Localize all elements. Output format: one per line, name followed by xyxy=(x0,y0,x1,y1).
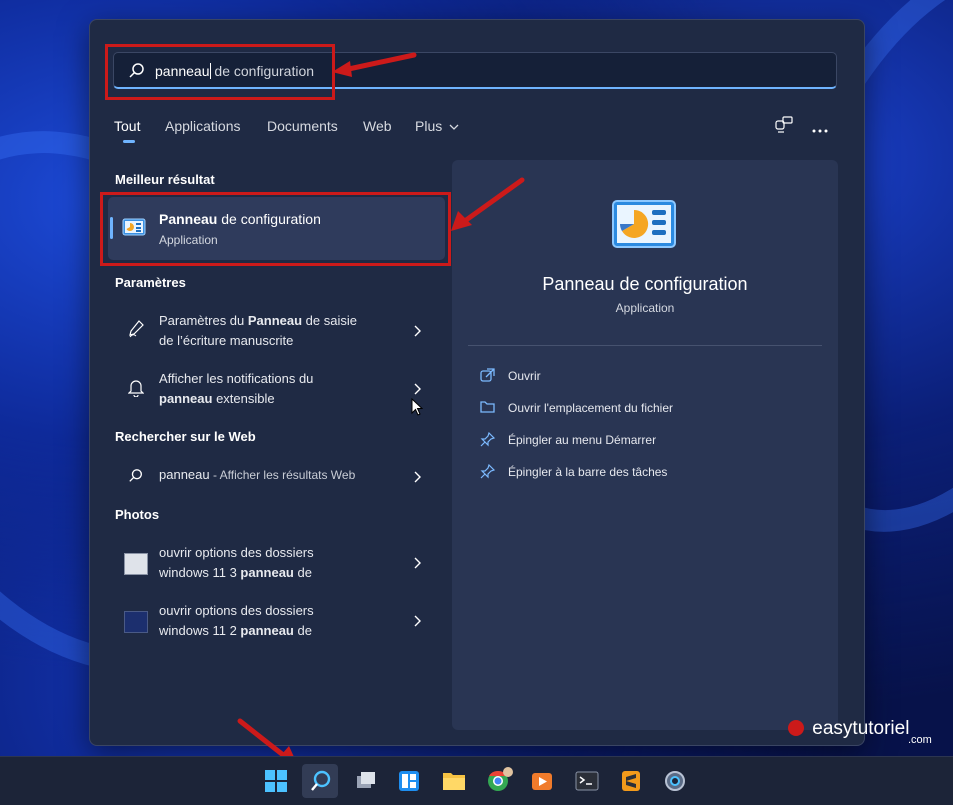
sublime-text-icon xyxy=(622,771,640,791)
chevron-right-icon xyxy=(413,470,421,488)
web-search-item[interactable]: panneau - Afficher les résultats Web xyxy=(108,465,448,489)
task-view-button[interactable] xyxy=(347,764,383,798)
photo-result-line1: ouvrir options des dossiers xyxy=(159,545,314,560)
settings-button[interactable] xyxy=(657,764,693,798)
folder-icon xyxy=(480,400,495,416)
action-open-location-label: Ouvrir l'emplacement du fichier xyxy=(508,401,674,415)
watermark-brand: easytutoriel xyxy=(812,718,910,739)
photo-result-line1: ouvrir options des dossiers xyxy=(159,603,314,618)
pin-icon xyxy=(480,463,496,482)
section-photos: Photos xyxy=(115,507,160,522)
settings-item-handwriting[interactable]: Paramètres du Panneau de saisie de l’écr… xyxy=(108,311,448,355)
widgets-icon xyxy=(399,771,419,791)
terminal-button[interactable] xyxy=(569,764,605,798)
detail-subtitle: Application xyxy=(615,301,675,315)
settings-item-handwriting-bold: Panneau xyxy=(247,313,303,328)
tab-web[interactable]: Web xyxy=(363,118,392,134)
media-player-icon xyxy=(532,773,552,790)
settings-item-handwriting-post: de saisie xyxy=(302,313,357,328)
photo-result-bold: panneau xyxy=(240,565,294,580)
photo-result-post: de xyxy=(293,565,312,580)
gear-icon xyxy=(665,771,685,791)
action-pin-taskbar-label: Épingler à la barre des tâches xyxy=(508,465,668,479)
detail-pane: Panneau de configuration Application Ouv… xyxy=(452,160,838,730)
widgets-button[interactable] xyxy=(391,764,427,798)
photo-result-pre: windows 11 3 xyxy=(159,565,241,580)
settings-item-handwriting-line1: Paramètres du Panneau de saisie xyxy=(159,311,357,331)
settings-item-handwriting-pre: Paramètres du xyxy=(159,313,248,328)
settings-item-notifications[interactable]: Afficher les notifications du panneau ex… xyxy=(108,369,448,413)
sublime-text-button[interactable] xyxy=(613,764,649,798)
chevron-right-icon xyxy=(413,614,421,632)
settings-item-notifications-post: extensible xyxy=(212,391,275,406)
terminal-icon xyxy=(575,771,599,791)
settings-item-notifications-line2: panneau extensible xyxy=(159,389,275,409)
active-tab-indicator xyxy=(123,140,135,143)
action-open-label: Ouvrir xyxy=(508,369,541,383)
tab-more-label: Plus xyxy=(415,118,443,134)
web-search-suffix: - Afficher les résultats Web xyxy=(209,468,356,482)
divider xyxy=(468,345,822,346)
settings-item-handwriting-line2: de l’écriture manuscrite xyxy=(159,333,294,348)
chevron-right-icon xyxy=(413,324,421,342)
photo-result-pre: windows 11 2 xyxy=(159,623,241,638)
highlight-search-box xyxy=(105,44,335,100)
chrome-button[interactable] xyxy=(480,764,516,798)
media-player-button[interactable] xyxy=(524,764,560,798)
start-button[interactable] xyxy=(258,764,294,798)
pen-icon xyxy=(128,320,144,343)
chevron-down-icon xyxy=(449,124,459,130)
section-best-match: Meilleur résultat xyxy=(115,172,215,187)
photo-thumbnail xyxy=(124,611,148,633)
section-settings: Paramètres xyxy=(115,275,186,290)
web-search-text: panneau - Afficher les résultats Web xyxy=(159,465,355,485)
action-pin-start-label: Épingler au menu Démarrer xyxy=(508,433,657,447)
mouse-cursor-icon xyxy=(411,397,424,421)
search-icon xyxy=(128,468,144,489)
pin-icon xyxy=(480,431,496,450)
annotation-arrow-icon xyxy=(451,177,525,231)
watermark-logo-icon xyxy=(788,720,804,736)
taskbar-search-button[interactable] xyxy=(302,764,338,798)
tab-applications[interactable]: Applications xyxy=(165,118,241,134)
photo-result-post: de xyxy=(293,623,312,638)
settings-item-notifications-line1: Afficher les notifications du xyxy=(159,371,314,386)
highlight-best-match xyxy=(100,192,451,266)
folder-icon xyxy=(443,773,465,790)
control-panel-icon xyxy=(612,200,676,253)
task-view-icon xyxy=(357,772,375,788)
photo-result-item[interactable]: ouvrir options des dossiers windows 11 3… xyxy=(108,543,448,587)
web-search-query: panneau xyxy=(159,467,210,482)
section-web: Rechercher sur le Web xyxy=(115,429,256,444)
windows-logo-icon xyxy=(265,770,287,792)
more-options-icon[interactable] xyxy=(812,121,828,139)
open-icon xyxy=(480,368,495,386)
search-icon xyxy=(311,770,331,791)
taskbar xyxy=(0,756,953,805)
tab-more[interactable]: Plus xyxy=(415,118,459,134)
detail-title: Panneau de configuration xyxy=(542,274,748,294)
bell-icon xyxy=(127,379,145,402)
photo-thumbnail xyxy=(124,553,148,575)
photo-result-bold: panneau xyxy=(240,623,294,638)
devices-icon[interactable] xyxy=(775,116,793,139)
settings-item-notifications-bold: panneau xyxy=(159,391,213,406)
photo-result-item[interactable]: ouvrir options des dossiers windows 11 2… xyxy=(108,601,448,645)
tab-documents[interactable]: Documents xyxy=(267,118,338,134)
chrome-icon xyxy=(488,767,513,791)
file-explorer-button[interactable] xyxy=(436,764,472,798)
watermark: easytutoriel .com xyxy=(788,718,932,746)
tab-all[interactable]: Tout xyxy=(114,118,140,134)
photo-result-line2: windows 11 2 panneau de xyxy=(159,621,312,641)
watermark-tld: .com xyxy=(908,734,932,746)
chevron-right-icon xyxy=(413,556,421,574)
annotation-arrow-icon xyxy=(332,52,417,77)
photo-result-line2: windows 11 3 panneau de xyxy=(159,563,312,583)
